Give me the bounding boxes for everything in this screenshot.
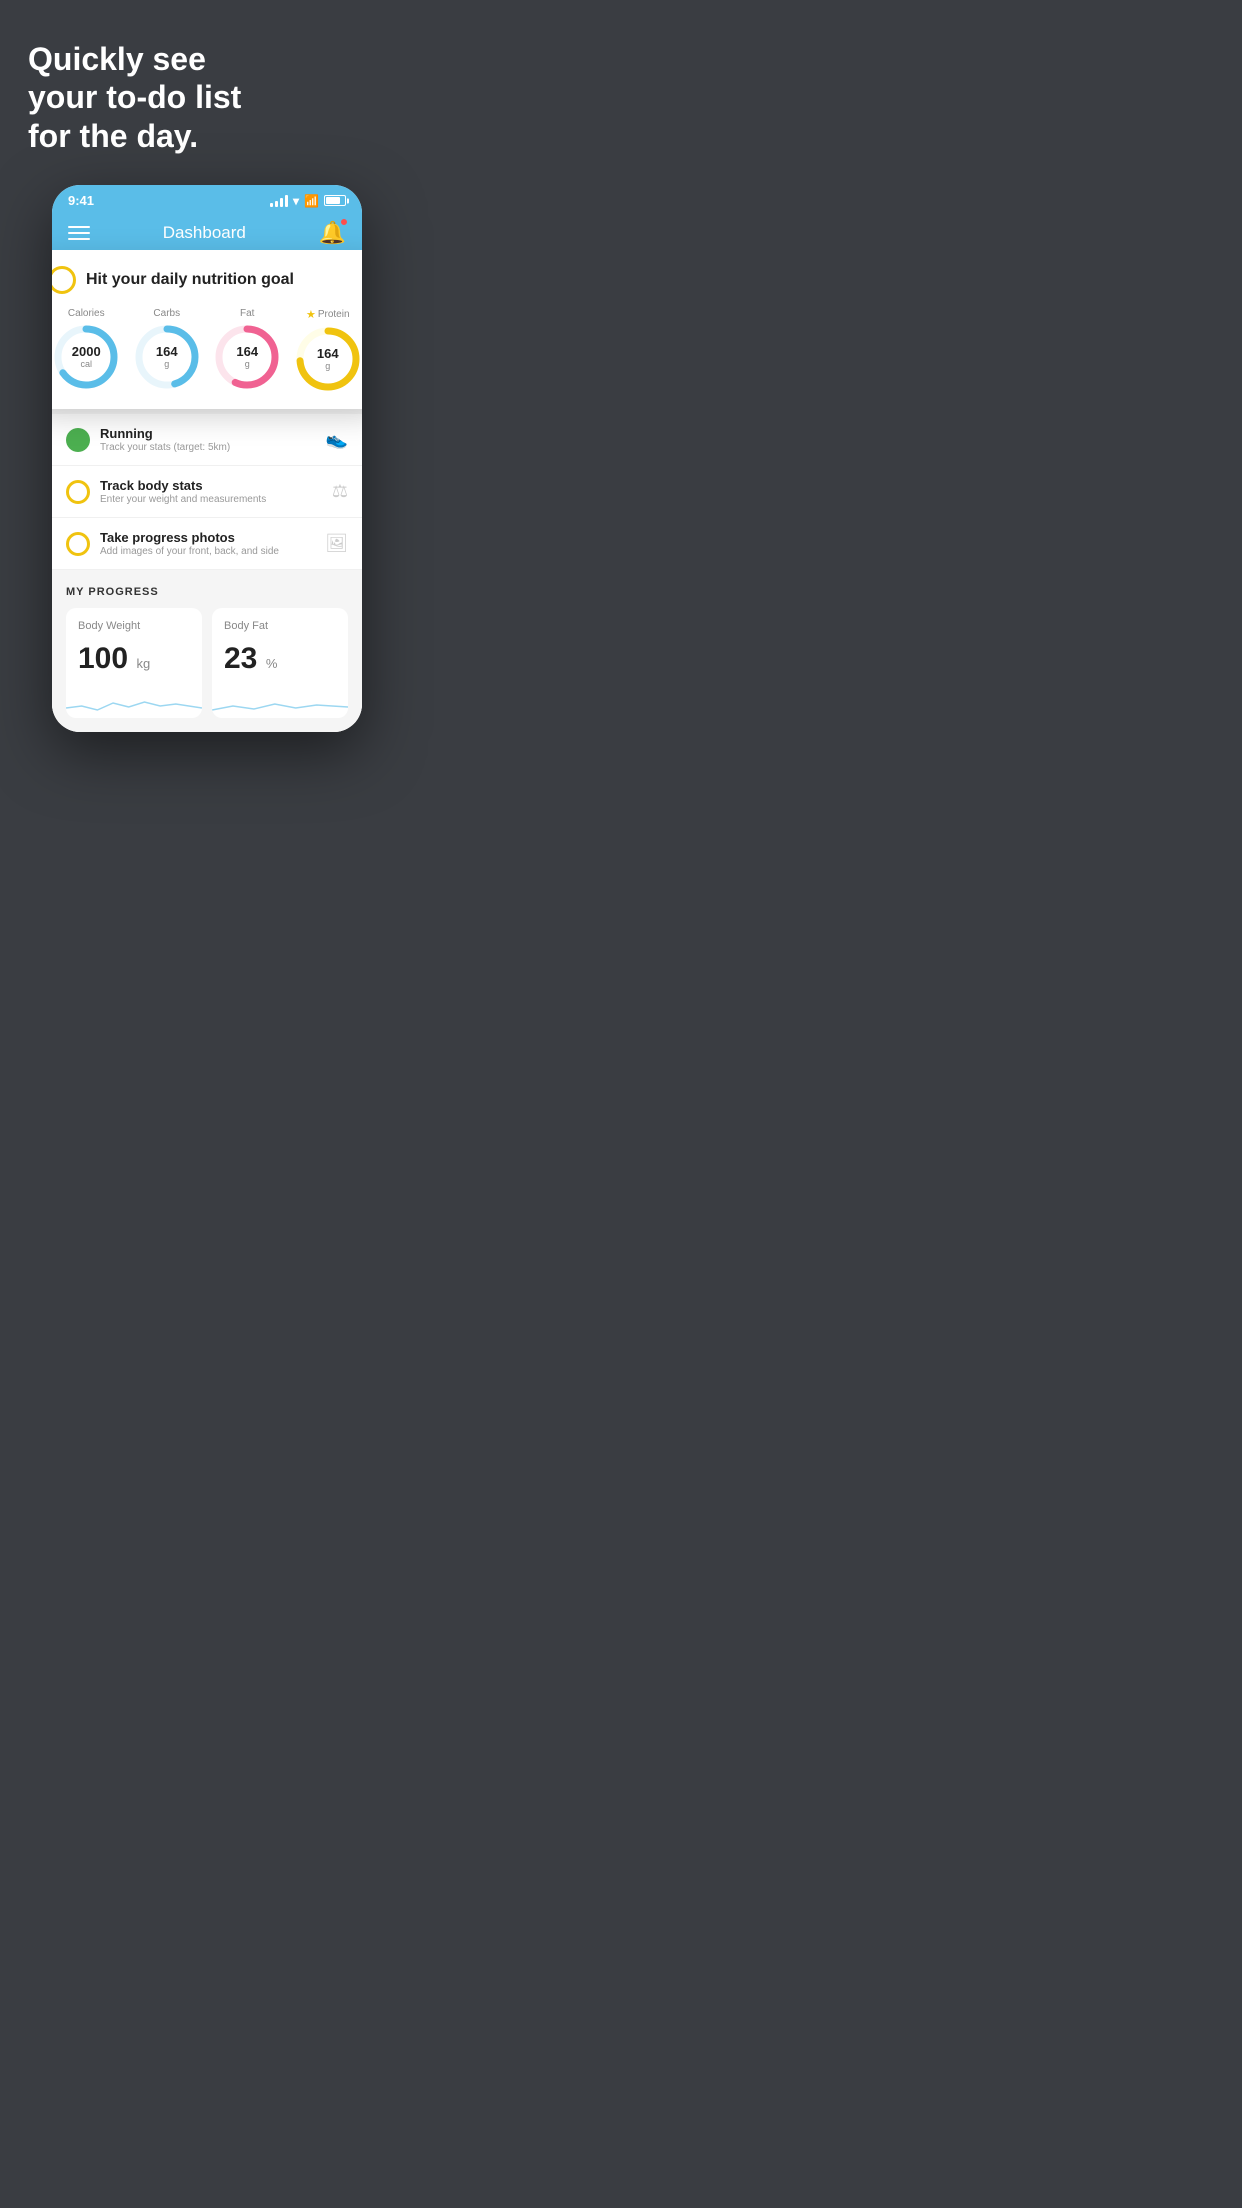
signal-icon xyxy=(270,195,288,207)
protein-value: 164 g xyxy=(317,347,339,371)
background-page: Quickly seeyour to-do listfor the day. 9… xyxy=(0,0,414,732)
body-weight-unit: kg xyxy=(137,656,151,671)
body-stats-title: Track body stats xyxy=(100,478,322,493)
page-headline: Quickly seeyour to-do listfor the day. xyxy=(28,40,386,155)
notification-button[interactable]: 🔔 xyxy=(319,220,346,246)
shoe-icon: 👟 xyxy=(326,429,348,450)
todo-item-photos[interactable]: Take progress photos Add images of your … xyxy=(52,518,362,570)
body-fat-unit: % xyxy=(266,656,278,671)
status-time: 9:41 xyxy=(68,193,94,208)
phone-wrapper: 9:41 ▾︎ 📶 Dashboard xyxy=(28,185,386,732)
status-icons: ▾︎ 📶 xyxy=(270,194,346,208)
menu-icon[interactable] xyxy=(68,226,90,240)
photos-circle xyxy=(66,532,90,556)
body-stats-text: Track body stats Enter your weight and m… xyxy=(100,478,322,505)
progress-section-title: MY PROGRESS xyxy=(66,586,348,598)
carbs-ring: 164 g xyxy=(133,323,201,391)
progress-cards: Body Weight 100 kg xyxy=(66,608,348,732)
app-content: THINGS TO DO TODAY Hit your daily nutrit… xyxy=(52,260,362,732)
running-text: Running Track your stats (target: 5km) xyxy=(100,426,316,453)
calories-value: 2000 cal xyxy=(72,345,101,369)
card-header: Hit your daily nutrition goal xyxy=(52,266,362,294)
fat-label: Fat xyxy=(240,308,254,319)
body-weight-wave xyxy=(66,688,202,718)
battery-icon xyxy=(324,195,346,206)
status-bar: 9:41 ▾︎ 📶 xyxy=(52,185,362,212)
todo-item-body-stats[interactable]: Track body stats Enter your weight and m… xyxy=(52,466,362,518)
nutrition-card: Hit your daily nutrition goal Calories xyxy=(52,250,362,409)
carbs-label: Carbs xyxy=(153,308,180,319)
running-subtitle: Track your stats (target: 5km) xyxy=(100,442,316,453)
body-weight-card[interactable]: Body Weight 100 kg xyxy=(66,608,202,718)
scale-icon: ⚖ xyxy=(332,481,348,502)
fat-value: 164 g xyxy=(236,345,258,369)
header-title: Dashboard xyxy=(163,223,246,243)
running-circle xyxy=(66,428,90,452)
photo-icon: 🖼 xyxy=(325,533,348,554)
fat-ring: 164 g xyxy=(213,323,281,391)
body-stats-subtitle: Enter your weight and measurements xyxy=(100,494,322,505)
body-weight-card-title: Body Weight xyxy=(78,620,190,632)
nutrition-protein: ★ Protein 164 g xyxy=(294,308,362,393)
nutrition-carbs: Carbs 164 g xyxy=(133,308,201,393)
photos-subtitle: Add images of your front, back, and side xyxy=(100,546,315,557)
calories-label: Calories xyxy=(68,308,105,319)
card-title: Hit your daily nutrition goal xyxy=(86,271,294,289)
protein-label-container: ★ Protein xyxy=(306,308,350,321)
carbs-value: 164 g xyxy=(156,345,178,369)
phone-mockup: 9:41 ▾︎ 📶 Dashboard xyxy=(52,185,362,732)
body-weight-value: 100 xyxy=(78,642,128,675)
calories-ring: 2000 cal xyxy=(52,323,120,391)
nutrition-calories: Calories 2000 cal xyxy=(52,308,120,393)
body-fat-card-title: Body Fat xyxy=(224,620,336,632)
progress-section: MY PROGRESS Body Weight 100 kg xyxy=(52,570,362,732)
running-title: Running xyxy=(100,426,316,441)
body-stats-circle xyxy=(66,480,90,504)
body-fat-wave xyxy=(212,688,348,718)
wifi-icon: ▾︎ xyxy=(293,194,299,208)
goal-circle xyxy=(52,266,76,294)
body-fat-value: 23 xyxy=(224,642,257,675)
photos-text: Take progress photos Add images of your … xyxy=(100,530,315,557)
protein-ring: 164 g xyxy=(294,325,362,393)
protein-label: Protein xyxy=(318,309,350,320)
photos-title: Take progress photos xyxy=(100,530,315,545)
todo-list: Running Track your stats (target: 5km) 👟… xyxy=(52,414,362,570)
todo-item-running[interactable]: Running Track your stats (target: 5km) 👟 xyxy=(52,414,362,466)
notification-dot xyxy=(340,218,348,226)
star-icon: ★ xyxy=(306,308,316,321)
nutrition-fat: Fat 164 g xyxy=(213,308,281,393)
body-fat-card[interactable]: Body Fat 23 % xyxy=(212,608,348,718)
nutrition-grid: Calories 2000 cal xyxy=(52,308,362,393)
